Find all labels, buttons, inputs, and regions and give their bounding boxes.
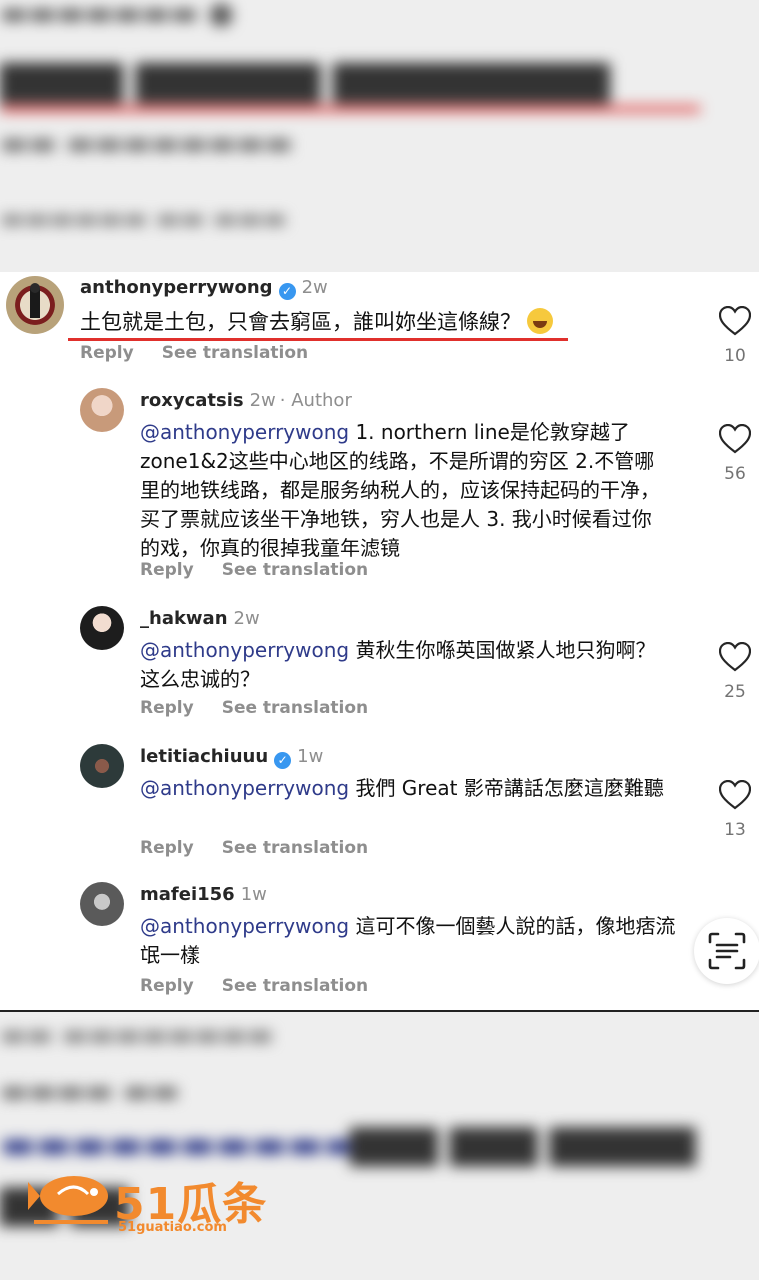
reply-roxycatsis: roxycatsis 2w · Author @anthonyperrywong 1… — [0, 384, 759, 594]
see-translation-link[interactable]: See translation — [162, 343, 308, 363]
watermark-url: 51guatiao.com — [118, 1220, 227, 1235]
like-count: 13 — [724, 820, 746, 840]
see-translation-link[interactable]: See translation — [222, 976, 368, 996]
fish-logo-icon — [28, 1176, 108, 1224]
mention-link[interactable]: @anthonyperrywong — [140, 420, 349, 444]
laughing-emoji-icon — [527, 308, 553, 334]
username[interactable]: letitiachiuuu — [140, 746, 268, 767]
verified-badge-icon: ✓ — [278, 283, 296, 300]
watermark-logo: 51瓜条 51guatiao.com — [28, 1168, 268, 1238]
see-translation-link[interactable]: See translation — [222, 838, 368, 858]
comments-card: anthonyperrywong ✓ 2w 土包就是土包，只會去窮區，誰叫妳坐這條線… — [0, 272, 759, 1012]
comment-time: 1w — [240, 884, 267, 905]
heart-outline-icon — [719, 780, 751, 810]
like-button[interactable]: 13 — [715, 780, 755, 840]
blurred-top-background: ▬▬▬▬▬▬▬ ● ▇▇▇▇ ▇▇▇▇▇▇ ▇▇▇▇▇▇▇▇▇ ▬▬ ▬▬▬▬▬… — [0, 0, 759, 272]
comment-text: @anthonyperrywong 黄秋生你喺英国做紧人地只狗啊？这么忠诚的？ — [140, 638, 656, 691]
like-count: 25 — [724, 682, 746, 702]
reply-button[interactable]: Reply — [140, 976, 194, 996]
like-button[interactable]: 56 — [715, 424, 755, 484]
username[interactable]: roxycatsis — [140, 390, 244, 411]
mention-link[interactable]: @anthonyperrywong — [140, 914, 349, 938]
reply-button[interactable]: Reply — [80, 343, 134, 363]
username[interactable]: _hakwan — [140, 608, 228, 629]
blurred-bottom-background: ▬▬ ▬▬▬▬▬▬▬▬ ▬▬▬▬ ▬▬ ▬▬▬▬▬▬▬▬▬▬▬▬ ▇▇▇ ▇▇▇… — [0, 1012, 759, 1280]
reply-button[interactable]: Reply — [140, 560, 194, 580]
username[interactable]: mafei156 — [140, 884, 235, 905]
heart-outline-icon — [719, 642, 751, 672]
reply-mafei156: mafei156 1w @anthonyperrywong 這可不像一個藝人說的話… — [0, 878, 690, 1008]
comment-time: 2w — [233, 608, 260, 629]
heart-outline-icon — [719, 306, 751, 336]
heart-outline-icon — [719, 424, 751, 454]
comment-time: 2w — [301, 277, 328, 298]
comment-text: @anthonyperrywong 這可不像一個藝人說的話，像地痞流氓一樣 — [140, 914, 676, 967]
author-badge: · Author — [279, 390, 352, 411]
like-button[interactable]: 10 — [715, 306, 755, 366]
verified-badge-icon: ✓ — [274, 752, 292, 769]
avatar[interactable] — [6, 276, 64, 334]
comment-time: 2w — [249, 390, 276, 411]
text-scan-icon — [708, 932, 746, 970]
reply-button[interactable]: Reply — [140, 698, 194, 718]
mention-link[interactable]: @anthonyperrywong — [140, 638, 349, 662]
avatar[interactable] — [80, 606, 124, 650]
reply-letitiachiuuu: letitiachiuuu ✓ 1w @anthonyperrywong 我們 Gr… — [0, 740, 759, 870]
see-translation-link[interactable]: See translation — [222, 698, 368, 718]
like-count: 56 — [724, 464, 746, 484]
avatar[interactable] — [80, 882, 124, 926]
like-button[interactable]: 25 — [715, 642, 755, 702]
avatar[interactable] — [80, 388, 124, 432]
reply-button[interactable]: Reply — [140, 838, 194, 858]
comment-text: 土包就是土包，只會去窮區，誰叫妳坐這條線？ — [80, 308, 680, 337]
see-translation-link[interactable]: See translation — [222, 560, 368, 580]
username[interactable]: anthonyperrywong — [80, 277, 273, 298]
comment-anthonyperrywong: anthonyperrywong ✓ 2w 土包就是土包，只會去窮區，誰叫妳坐這條線… — [0, 272, 759, 376]
comment-text: @anthonyperrywong 我們 Great 影帝講話怎麼這麼難聽 — [140, 776, 664, 800]
comment-text: @anthonyperrywong 1. northern line是伦敦穿越了… — [140, 420, 660, 560]
mention-link[interactable]: @anthonyperrywong — [140, 776, 349, 800]
avatar[interactable] — [80, 744, 124, 788]
comment-time: 1w — [297, 746, 324, 767]
reply-_hakwan: _hakwan 2w @anthonyperrywong 黄秋生你喺英国做紧人地只… — [0, 602, 759, 732]
like-count: 10 — [724, 346, 746, 366]
red-highlight-underline — [68, 338, 568, 341]
text-scan-button[interactable] — [694, 918, 759, 984]
